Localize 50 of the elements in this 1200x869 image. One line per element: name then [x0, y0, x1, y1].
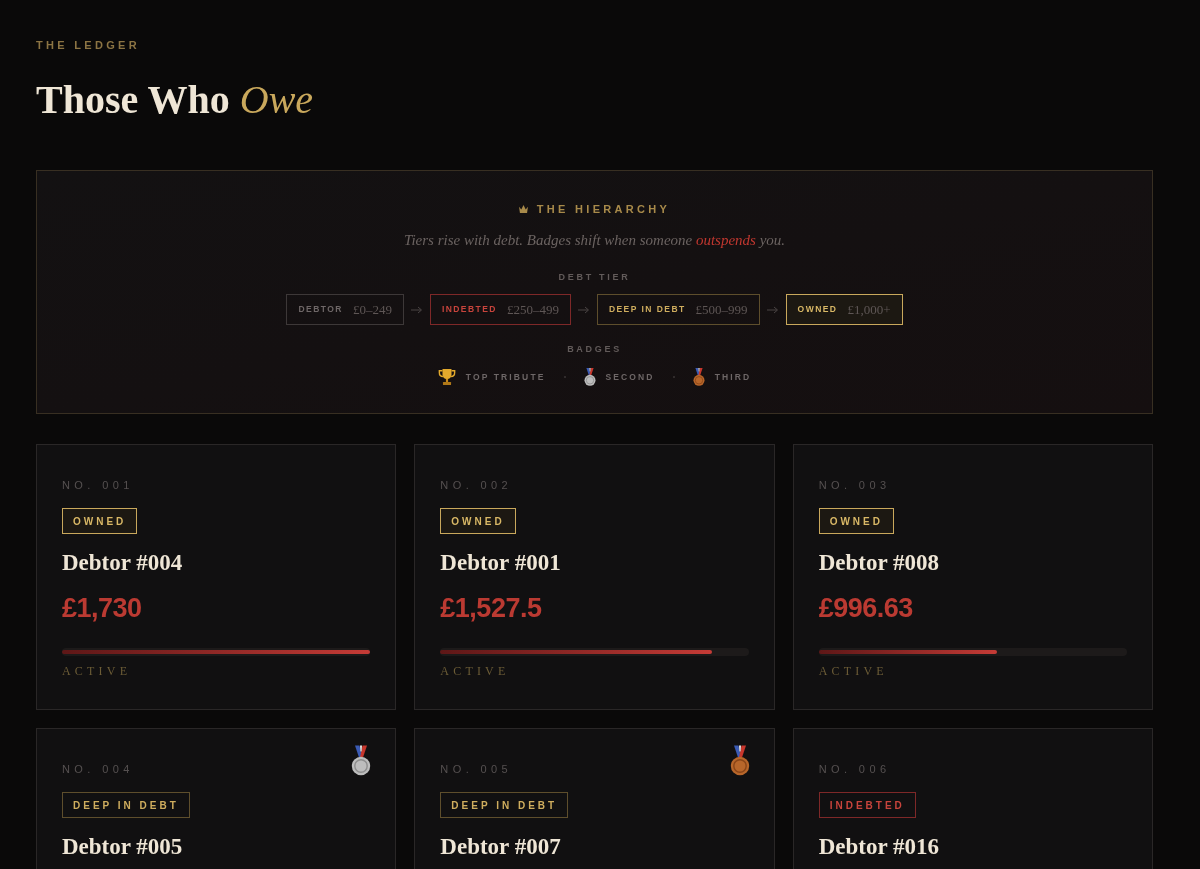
- debt-amount: £996.63: [818, 592, 913, 625]
- debtor-name: Debtor #001: [440, 549, 561, 577]
- arrow-right-icon: [410, 305, 423, 314]
- page-title: Those Who Owe: [36, 76, 314, 124]
- hierarchy-subtitle: Tiers rise with debt. Badges shift when someone outspends you.: [403, 231, 786, 250]
- tier-badge: OWNED: [62, 508, 138, 534]
- tier-label: INDEBTED: [441, 303, 497, 316]
- debt-tier-heading: DEBT TIER: [558, 271, 631, 283]
- badge-label: SECOND: [605, 370, 655, 384]
- medal-icon: [351, 745, 372, 776]
- tier-badge: OWNED: [440, 508, 516, 534]
- medal-icon: [692, 368, 705, 386]
- status-label: ACTIVE: [818, 664, 888, 678]
- debtor-name: Debtor #016: [818, 833, 939, 861]
- medal-icon: [729, 745, 750, 776]
- badge-label: TOP TRIBUTE: [465, 370, 546, 384]
- tier-range: £0–249: [352, 300, 392, 319]
- card-number: NO. 005: [440, 762, 513, 776]
- status-label: ACTIVE: [440, 664, 510, 678]
- status-label: ACTIVE: [62, 664, 132, 678]
- medal-icon: [583, 368, 596, 386]
- tier-badge: DEEP IN DEBT: [440, 792, 569, 818]
- tier-badge: DEEP IN DEBT: [62, 792, 190, 818]
- debtor-name: Debtor #004: [62, 549, 183, 577]
- hierarchy-title: THE HIERARCHY: [536, 203, 671, 215]
- tier-range: £250–499: [506, 300, 559, 319]
- tier-range: £1,000+: [847, 300, 891, 319]
- crown-icon: [518, 205, 528, 213]
- tier-range: £500–999: [695, 300, 748, 319]
- tier-label: OWNED: [797, 303, 838, 316]
- badge-label: THIRD: [714, 370, 752, 384]
- tier-badge: INDEBTED: [818, 792, 916, 818]
- badges-heading: BADGES: [567, 343, 622, 355]
- debtor-name: Debtor #008: [818, 549, 939, 577]
- debt-amount: £1,527.5: [440, 592, 542, 625]
- tier-label: DEBTOR: [298, 303, 343, 316]
- card-number: NO. 003: [818, 478, 891, 492]
- debtor-name: Debtor #007: [440, 833, 561, 861]
- tier-label: DEEP IN DEBT: [608, 303, 686, 316]
- debtor-name: Debtor #005: [62, 833, 183, 861]
- tier-badge: OWNED: [818, 508, 894, 534]
- debt-amount: £1,730: [62, 592, 142, 625]
- card-number: NO. 002: [440, 478, 513, 492]
- trophy-icon: [437, 368, 456, 386]
- eyebrow-label: THE LEDGER: [36, 38, 140, 52]
- arrow-right-icon: [577, 305, 590, 314]
- card-number: NO. 001: [62, 478, 134, 492]
- card-number: NO. 006: [818, 762, 891, 776]
- card-number: NO. 004: [62, 762, 134, 776]
- arrow-right-icon: [766, 305, 779, 314]
